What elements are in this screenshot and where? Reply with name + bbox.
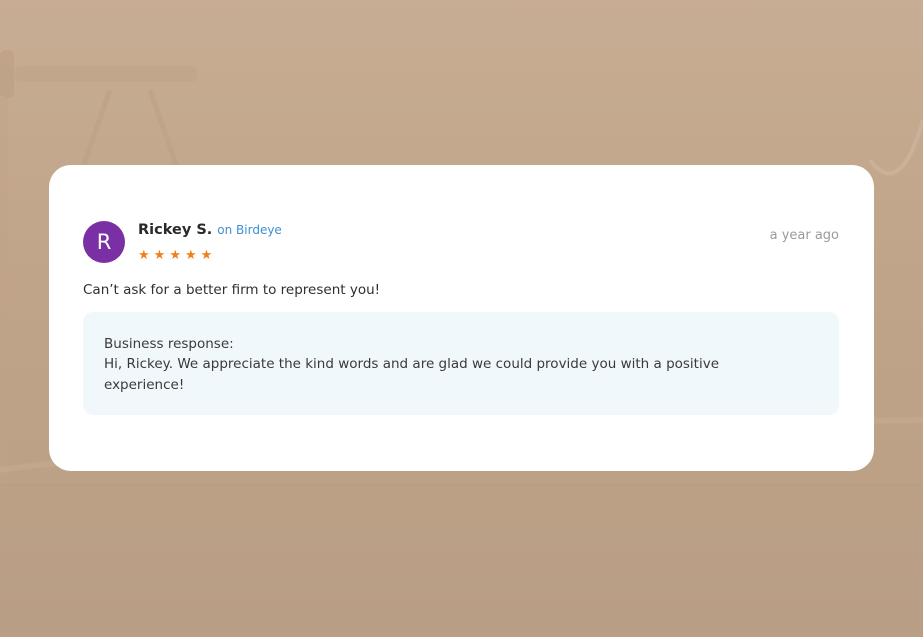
review-text: Can’t ask for a better firm to represent… — [83, 282, 381, 298]
star-icon: ★ — [184, 248, 197, 263]
review-header: Rickey S. on Birdeye — [138, 222, 282, 238]
page-backdrop: R Rickey S. on Birdeye ★ ★ ★ ★ ★ a year … — [0, 0, 923, 637]
response-body: Hi, Rickey. We appreciate the kind words… — [104, 356, 720, 393]
star-icon: ★ — [169, 248, 181, 263]
star-icon: ★ — [138, 248, 150, 263]
reviewer-name: Rickey S. — [138, 222, 213, 238]
review-timestamp: a year ago — [769, 228, 839, 243]
avatar: R — [83, 221, 125, 263]
star-icon: ★ — [200, 248, 213, 263]
review-card: R Rickey S. on Birdeye ★ ★ ★ ★ ★ a year … — [49, 165, 874, 471]
business-response: Business response: Hi, Rickey. We apprec… — [83, 312, 839, 415]
star-icon: ★ — [153, 248, 166, 263]
response-label: Business response: — [104, 336, 234, 352]
star-rating: ★ ★ ★ ★ ★ — [138, 249, 212, 263]
avatar-initial: R — [96, 230, 112, 254]
platform-link[interactable]: on Birdeye — [217, 223, 282, 237]
